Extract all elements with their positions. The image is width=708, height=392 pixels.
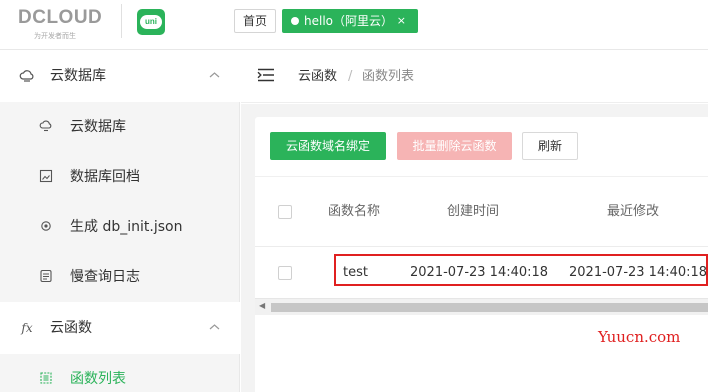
sidebar-item-label: 生成 db_init.json [70,219,183,235]
active-dot-icon [291,17,299,25]
brand-name: DCLOUD [18,7,103,28]
sidebar-item-label: 慢查询日志 [70,269,140,285]
uni-logo-text: uni [145,17,157,26]
sidebar-item-slow-query-log[interactable]: 慢查询日志 [0,252,240,302]
cloud-icon [38,119,54,135]
chevron-up-icon [209,302,220,354]
scrollbar-thumb[interactable] [271,303,708,312]
sidebar-item-database-rollback[interactable]: 数据库回档 [0,152,240,202]
breadcrumb-function-list: 函数列表 [362,69,415,84]
header-divider [121,4,122,38]
breadcrumb-separator: / [348,69,353,84]
sidebar-item-label: 云数据库 [70,119,126,135]
sidebar-group-cloud-database[interactable]: 云数据库 [0,50,240,102]
sidebar-group-label: 云函数 [50,320,92,336]
sidebar-group-cloud-function[interactable]: fx 云函数 [0,302,240,354]
row-checkbox[interactable] [278,266,292,280]
list-icon [38,371,54,387]
select-all-checkbox[interactable] [278,205,292,219]
breadcrumb: 云函数 / 函数列表 [241,50,708,103]
horizontal-scrollbar[interactable]: ◀ [255,298,708,315]
log-icon [38,269,54,285]
fx-icon: fx [21,321,33,335]
refresh-button[interactable]: 刷新 [522,132,578,160]
close-icon[interactable]: × [397,9,406,33]
sidebar-item-generate-db-init[interactable]: 生成 db_init.json [0,202,240,252]
sidebar-item-label: 数据库回档 [70,169,140,185]
top-header: DCLOUD 为开发者而生 uni 首页 hello（阿里云） × [0,0,708,50]
sidebar-item-cloud-database[interactable]: 云数据库 [0,102,240,152]
menu-toggle-icon[interactable] [257,68,275,84]
dcloud-logo[interactable]: DCLOUD 为开发者而生 [18,8,108,42]
batch-delete-button[interactable]: 批量删除云函数 [397,132,512,160]
gear-icon [38,219,54,235]
chevron-up-icon [209,50,220,102]
table-header: 函数名称 创建时间 最近修改 [255,176,708,247]
watermark: Yuucn.com [598,328,681,346]
brand-slogan: 为开发者而生 [34,32,76,40]
column-header-modified: 最近修改 [607,204,660,219]
tab-home[interactable]: 首页 [234,9,276,33]
sidebar-item-label: 函数列表 [70,371,126,387]
sidebar-item-function-list[interactable]: 函数列表 [0,354,240,392]
tab-hello-aliyun[interactable]: hello（阿里云） × [282,9,418,33]
uni-cloud-icon: uni [140,15,162,29]
scroll-left-icon[interactable]: ◀ [259,301,265,310]
column-header-created: 创建时间 [447,204,500,219]
image-icon [38,169,54,185]
uni-logo[interactable]: uni [137,9,165,35]
column-header-name: 函数名称 [328,204,381,219]
sidebar-group-label: 云数据库 [50,68,106,84]
breadcrumb-cloud-function[interactable]: 云函数 [298,50,337,103]
tab-hello-label: hello（阿里云） [304,14,393,28]
bind-domain-button[interactable]: 云函数域名绑定 [270,132,386,160]
cloud-database-icon [19,68,35,84]
highlight-box [334,254,708,286]
